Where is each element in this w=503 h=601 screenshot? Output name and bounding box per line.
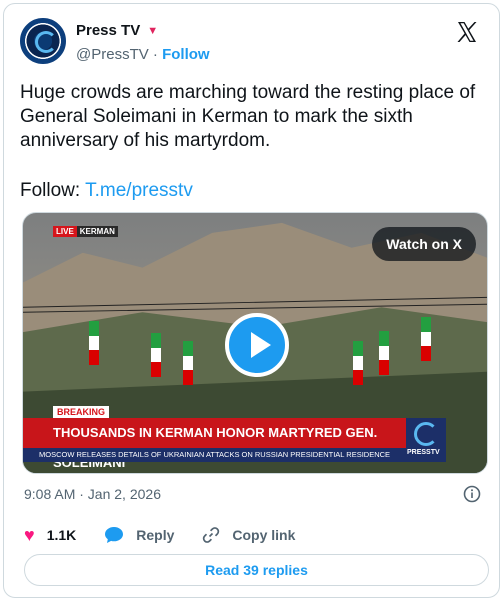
account-name[interactable]: Press TV <box>76 22 140 39</box>
presstv-logo-icon <box>414 422 438 446</box>
tweet-actions: ♥ 1.1K Reply Copy link <box>24 524 323 546</box>
news-ticker: MOSCOW RELEASES DETAILS OF UKRAINIAN ATT… <box>23 448 406 462</box>
tweet-card: Press TV ▼ @PressTV · Follow Huge crowds… <box>3 3 500 598</box>
location-label: KERMAN <box>76 226 118 237</box>
tweet-header: Press TV ▼ @PressTV · Follow <box>20 18 483 66</box>
x-logo-icon[interactable] <box>455 20 479 44</box>
tweet-text: Huge crowds are marching toward the rest… <box>20 82 476 151</box>
account-name-line: Press TV ▼ <box>76 22 158 39</box>
live-label: LIVE <box>53 226 77 237</box>
channel-logo-text: PRESSTV <box>407 449 440 456</box>
flag <box>379 331 389 375</box>
flag <box>89 321 99 365</box>
watch-on-x-button[interactable]: Watch on X <box>372 227 476 261</box>
channel-logo: PRESSTV <box>406 418 446 462</box>
video-player[interactable]: LIVE KERMAN Watch on X BREAKING THOUSANDS… <box>22 212 488 474</box>
breaking-label: BREAKING <box>53 406 110 418</box>
verified-icon: ▼ <box>147 24 159 37</box>
like-button[interactable]: ♥ 1.1K <box>24 526 76 544</box>
account-handle-line: @PressTV · Follow <box>76 46 210 63</box>
link-icon <box>203 527 220 543</box>
info-icon[interactable] <box>463 485 481 503</box>
flag <box>421 317 431 361</box>
read-replies-button[interactable]: Read 39 replies <box>24 554 489 586</box>
copy-link-button[interactable]: Copy link <box>202 526 295 544</box>
headline-banner: THOUSANDS IN KERMAN HONOR MARTYRED GEN. … <box>23 418 406 470</box>
account-handle[interactable]: @PressTV <box>76 46 149 63</box>
separator: · <box>152 46 158 63</box>
reply-icon <box>105 527 124 543</box>
reply-label: Reply <box>136 527 175 543</box>
avatar[interactable] <box>20 18 66 64</box>
live-tag: LIVE KERMAN <box>53 226 118 237</box>
reply-button[interactable]: Reply <box>104 526 174 544</box>
flag <box>151 333 161 377</box>
tweet-follow-line: Follow: T.me/presstv <box>20 179 193 203</box>
follow-button[interactable]: Follow <box>162 46 210 63</box>
telegram-link[interactable]: T.me/presstv <box>85 180 193 201</box>
play-icon[interactable] <box>225 313 289 377</box>
tweet-timestamp[interactable]: 9:08 AM · Jan 2, 2026 <box>24 486 161 502</box>
heart-icon: ♥ <box>24 525 35 545</box>
follow-prefix: Follow: <box>20 180 81 201</box>
flag <box>183 341 193 385</box>
like-count: 1.1K <box>46 527 77 543</box>
flag <box>353 341 363 385</box>
copy-link-label: Copy link <box>232 527 296 543</box>
